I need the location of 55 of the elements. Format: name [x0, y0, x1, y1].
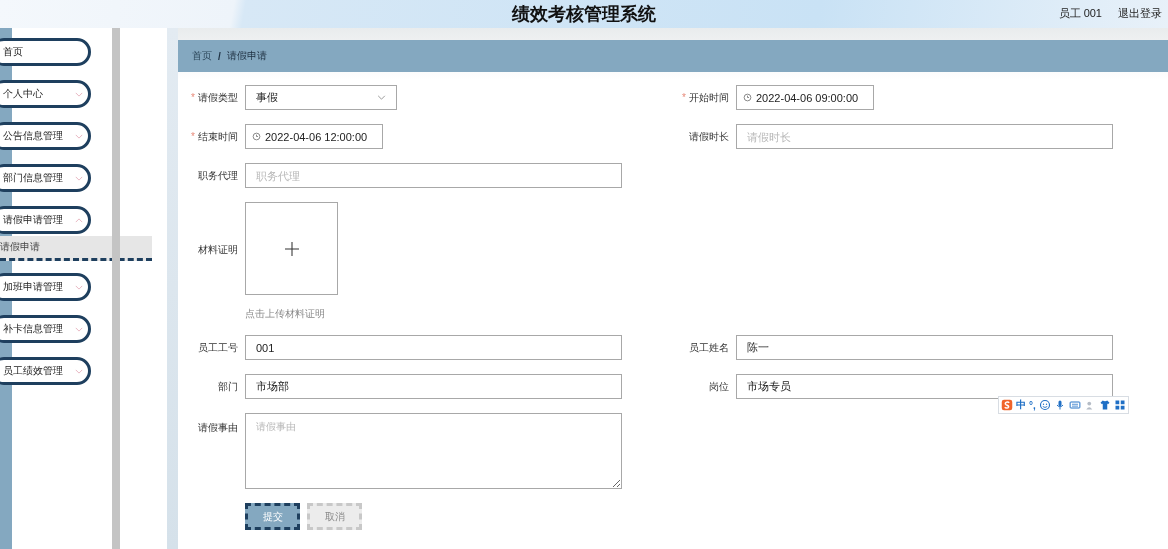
sidebar-item[interactable]: 部门信息管理 [0, 164, 91, 192]
chevron-icon [75, 284, 83, 290]
field-label: * 开始时间 [681, 90, 729, 105]
submenu-item[interactable]: 请假申请 [0, 236, 152, 261]
breadcrumb-link[interactable]: 请假申请 [226, 49, 267, 63]
clock-icon [743, 93, 752, 102]
chevron-icon [75, 133, 83, 139]
input-field[interactable]: 001 [245, 335, 622, 360]
field-label: * 结束时间 [190, 129, 238, 144]
sidebar-item[interactable]: 个人中心 [0, 80, 91, 108]
field-label: 请假时长 [688, 129, 729, 144]
plus-icon [284, 241, 299, 256]
clock-icon [252, 132, 261, 141]
user-label: 员工 001 [1058, 6, 1102, 21]
input-field[interactable]: 市场部 [245, 374, 622, 399]
chevron-icon [75, 175, 83, 181]
ime-mode[interactable]: 中 [1016, 398, 1026, 412]
sidebar-item[interactable]: 补卡信息管理 [0, 315, 91, 343]
chevron-icon [75, 91, 83, 97]
ime-punctuation[interactable]: °, [1029, 399, 1036, 411]
input-field[interactable]: 职务代理 [245, 163, 622, 188]
sidebar-item[interactable]: 员工绩效管理 [0, 357, 91, 385]
input-field[interactable]: 请假时长 [736, 124, 1113, 149]
chevron-icon [75, 326, 83, 332]
chevron-icon [75, 368, 83, 374]
ime-logo-icon [1001, 399, 1013, 411]
breadcrumb-link[interactable]: 首页 [192, 49, 212, 63]
text-area[interactable]: 请假事由 [245, 413, 622, 489]
field-label: 员工工号 [197, 340, 238, 355]
field-label: 职务代理 [197, 168, 238, 183]
date-time-field[interactable]: 2022-04-06 09:00:00 [736, 85, 874, 110]
caret-icon [377, 95, 386, 100]
date-time-field[interactable]: 2022-04-06 12:00:00 [245, 124, 383, 149]
input-field[interactable]: 陈一 [736, 335, 1113, 360]
shirt-icon[interactable] [1098, 399, 1111, 411]
input-field[interactable]: 市场专员 [736, 374, 1113, 399]
select-field[interactable]: 事假 [245, 85, 397, 110]
field-label: 员工姓名 [688, 340, 729, 355]
app-title: 绩效考核管理系统 [512, 3, 656, 26]
grid-icon[interactable] [1113, 399, 1126, 411]
sidebar-item[interactable]: 首页 [0, 38, 91, 66]
field-label: 请假事由 [197, 421, 238, 435]
sidebar-item[interactable]: 请假申请管理 [0, 206, 91, 234]
chevron-icon [75, 217, 83, 223]
smiley-icon[interactable] [1038, 399, 1051, 411]
field-label: 部门 [217, 379, 238, 394]
breadcrumb-separator: / [218, 50, 221, 62]
logout-link[interactable]: 退出登录 [1118, 6, 1162, 21]
field-label: * 请假类型 [190, 90, 238, 105]
sidebar-item[interactable]: 公告信息管理 [0, 122, 91, 150]
upload-hint: 点击上传材料证明 [245, 307, 326, 321]
sidebar-item[interactable]: 加班申请管理 [0, 273, 91, 301]
keyboard-icon[interactable] [1068, 399, 1081, 411]
field-label: 岗位 [708, 379, 729, 394]
field-label: 材料证明 [197, 243, 238, 257]
